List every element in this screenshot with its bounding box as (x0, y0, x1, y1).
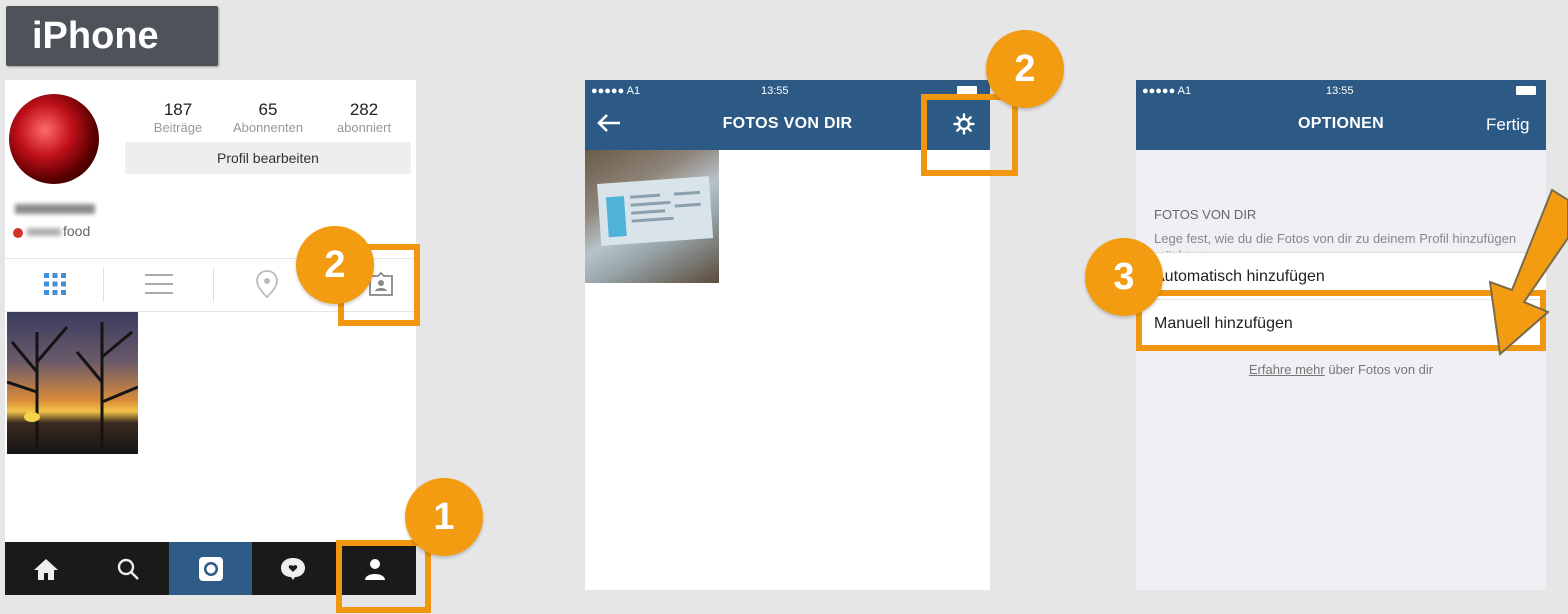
profile-screen: 187 Beiträge 65 Abonnenten 282 abonniert… (5, 80, 416, 595)
laptop-screen-image (597, 176, 714, 246)
bio-text: food (63, 223, 91, 239)
tab-grid[interactable] (5, 258, 105, 310)
done-button[interactable]: Fertig (1486, 115, 1529, 135)
tab-list[interactable] (109, 258, 209, 310)
footnote-text: über Fotos von dir (1324, 362, 1434, 377)
stat-posts[interactable]: 187 Beiträge (133, 100, 223, 135)
location-icon (256, 270, 278, 298)
nav-home[interactable] (5, 542, 87, 595)
nav-activity[interactable] (252, 542, 334, 595)
bio-blurred (27, 228, 61, 236)
profile-photo-thumbnail[interactable] (7, 312, 138, 454)
status-bar: ●●●●● A1 13:55 (1136, 80, 1546, 102)
grid-icon (44, 273, 66, 295)
stat-following-value: 282 (349, 100, 379, 119)
stat-posts-label: Beiträge (153, 120, 203, 135)
stat-followers[interactable]: 65 Abonnenten (223, 100, 313, 135)
highlight-settings-button (921, 94, 1018, 176)
status-time: 13:55 (761, 85, 789, 97)
learn-more-link[interactable]: Erfahre mehr (1249, 362, 1325, 377)
step-marker-1: 1 (405, 478, 483, 556)
step-marker-2: 2 (986, 30, 1064, 108)
section-header: FOTOS VON DIR (1154, 207, 1257, 222)
username-blurred (15, 204, 95, 214)
home-icon (34, 558, 59, 580)
option-automatic-label: Automatisch hinzufügen (1154, 268, 1325, 285)
tagged-photo-thumbnail[interactable] (585, 150, 719, 283)
stat-followers-value: 65 (258, 100, 278, 119)
activity-icon (280, 557, 305, 580)
navigation-bar: ●●●●● A1 13:55 OPTIONEN Fertig (1136, 80, 1546, 150)
edit-profile-button[interactable]: Profil bearbeiten (125, 142, 411, 174)
carrier-signal: ●●●●● A1 (591, 85, 641, 97)
step-marker-3: 3 (1085, 238, 1163, 316)
nav-camera[interactable] (169, 542, 252, 595)
pointer-arrow (1488, 188, 1568, 356)
stat-following-label: abonniert (336, 120, 392, 135)
highlight-profile-nav (336, 540, 431, 613)
search-icon (118, 558, 140, 580)
nav-search[interactable] (87, 542, 169, 595)
platform-badge: iPhone (6, 6, 218, 66)
avatar[interactable] (9, 94, 99, 184)
learn-more-footnote: Erfahre mehr über Fotos von dir (1136, 362, 1546, 377)
stat-posts-value: 187 (163, 100, 193, 119)
carrier-signal: ●●●●● A1 (1142, 85, 1192, 97)
list-icon (145, 274, 173, 294)
stat-following[interactable]: 282 abonniert (319, 100, 409, 135)
tree-silhouette (7, 322, 138, 454)
stat-followers-label: Abonnenten (232, 120, 304, 135)
battery-icon (1516, 86, 1536, 95)
strawberry-icon (13, 228, 23, 238)
tab-divider (213, 268, 214, 302)
status-time: 13:55 (1326, 85, 1354, 97)
camera-icon (198, 556, 223, 581)
step-marker-2: 2 (296, 226, 374, 304)
page-title: OPTIONEN (1298, 115, 1384, 132)
